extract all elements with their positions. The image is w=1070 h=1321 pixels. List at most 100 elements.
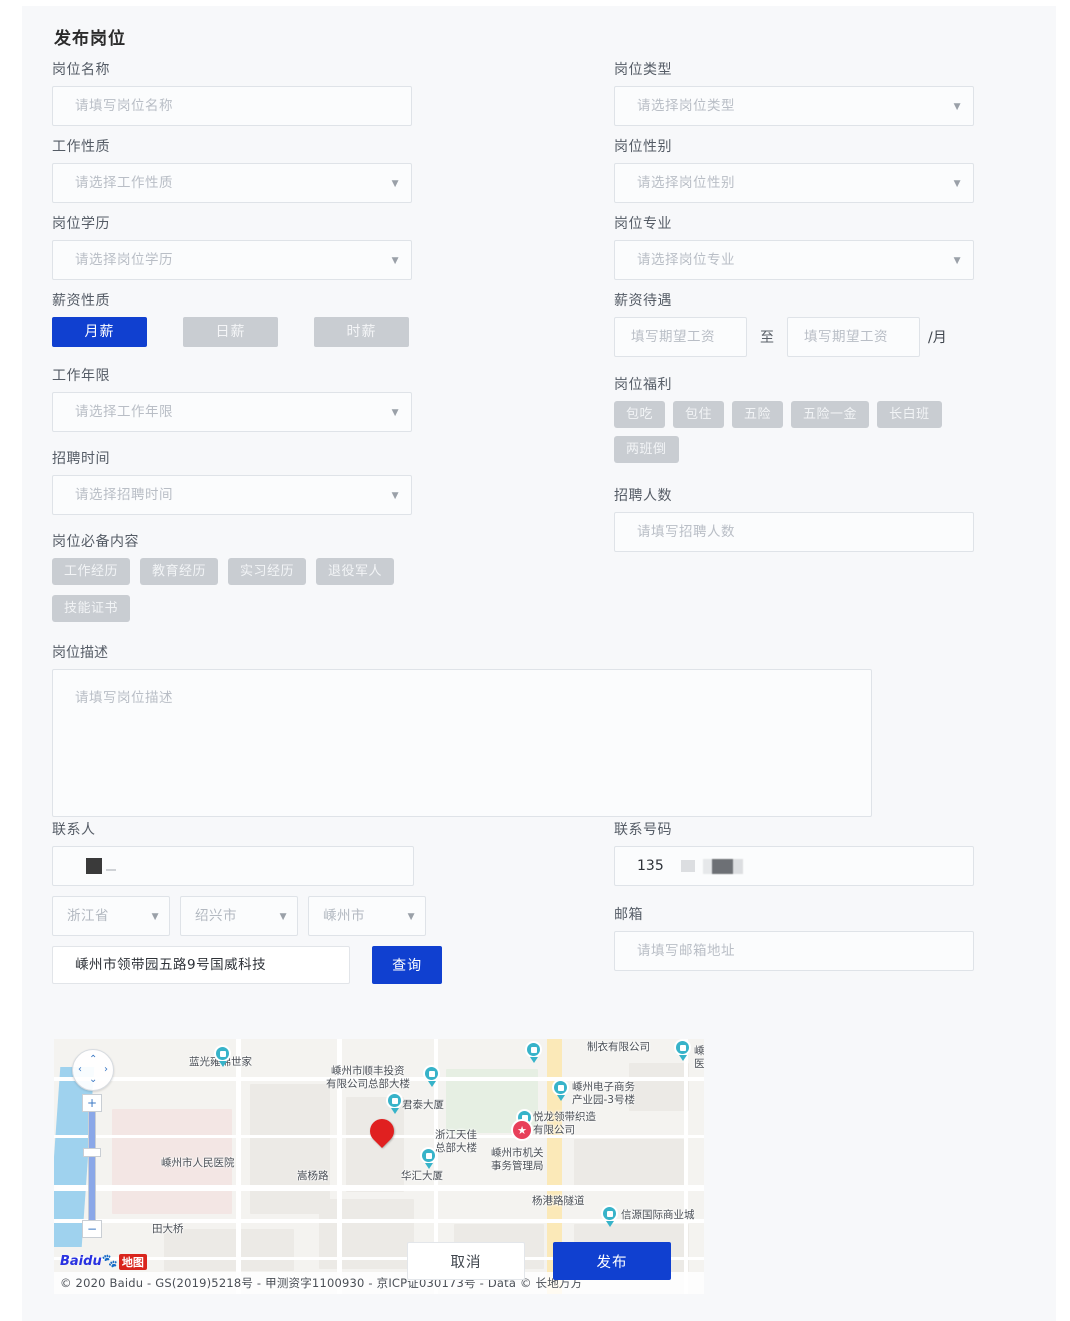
publish-button[interactable]: 发布 xyxy=(553,1242,671,1280)
map-poi-icon[interactable] xyxy=(525,1041,542,1063)
required-content-tag-work-exp[interactable]: 工作经历 xyxy=(52,558,131,585)
select-work-nature-value: 请选择工作性质 xyxy=(75,175,173,191)
select-job-type[interactable]: 请选择岗位类型 ▼ xyxy=(614,86,974,126)
select-job-gender[interactable]: 请选择岗位性别 ▼ xyxy=(614,163,974,203)
map-label: 浙江天佳 xyxy=(435,1129,477,1141)
pan-up-icon[interactable]: ⌃ xyxy=(89,1055,97,1065)
form-column-right: 岗位类型 请选择岗位类型 ▼ 岗位性别 请选择岗位性别 ▼ 岗位专业 请选择岗位… xyxy=(614,61,1004,564)
label-work-nature: 工作性质 xyxy=(52,139,110,155)
required-content-tag-veteran[interactable]: 退役军人 xyxy=(316,558,395,585)
map-poi-icon[interactable] xyxy=(674,1039,691,1061)
cancel-button[interactable]: 取消 xyxy=(407,1242,525,1280)
required-content-tag-internship-exp[interactable]: 实习经历 xyxy=(228,558,307,585)
map-zoom-out-button[interactable]: − xyxy=(82,1220,102,1238)
map-poi-icon[interactable] xyxy=(420,1147,437,1169)
map-block xyxy=(250,1084,330,1214)
textarea-job-description[interactable]: 请填写岗位描述 xyxy=(52,669,872,817)
field-work-nature: 工作性质 请选择工作性质 ▼ xyxy=(52,138,442,203)
map-location-marker[interactable] xyxy=(365,1114,399,1151)
select-work-nature[interactable]: 请选择工作性质 ▼ xyxy=(52,163,412,203)
field-job-education: 岗位学历 请选择岗位学历 ▼ xyxy=(52,215,442,280)
pan-right-icon[interactable]: › xyxy=(104,1065,108,1075)
input-salary-max[interactable]: 填写期望工资 xyxy=(787,317,920,357)
select-work-years-value: 请选择工作年限 xyxy=(75,404,173,420)
map-zoom-slider-track[interactable] xyxy=(88,1112,96,1220)
field-recruit-count: 招聘人数 请填写招聘人数 xyxy=(614,487,1004,552)
region-selectors: 浙江省 ▼ 绍兴市 ▼ 嵊州市 ▼ xyxy=(52,896,442,936)
benefit-tag-housing[interactable]: 包住 xyxy=(673,401,725,428)
select-job-major[interactable]: 请选择岗位专业 ▼ xyxy=(614,240,974,280)
pan-left-icon[interactable]: ‹ xyxy=(78,1065,82,1075)
select-province[interactable]: 浙江省 ▼ xyxy=(52,896,170,936)
label-recruit-time: 招聘时间 xyxy=(52,451,110,467)
select-district[interactable]: 嵊州市 ▼ xyxy=(308,896,426,936)
publish-job-card: 发布岗位 岗位名称 请填写岗位名称 工作性质 请选择工作性质 ▼ 岗位学历 请选… xyxy=(22,6,1056,1321)
chevron-down-icon: ▼ xyxy=(953,102,961,112)
benefit-tag-five-insurance[interactable]: 五险 xyxy=(732,401,784,428)
map-label: 产业园-3号楼 xyxy=(572,1094,635,1106)
search-address-button[interactable]: 查询 xyxy=(372,946,442,984)
redacted-name-tail xyxy=(106,869,116,871)
chevron-down-icon: ▼ xyxy=(953,179,961,189)
map-zoom-slider-thumb[interactable] xyxy=(83,1148,101,1157)
pan-down-icon[interactable]: ⌄ xyxy=(89,1075,97,1085)
benefit-tag-five-insurance-one-fund[interactable]: 五险一金 xyxy=(791,401,870,428)
map-starred-marker[interactable]: ★ xyxy=(511,1119,533,1147)
label-job-name: 岗位名称 xyxy=(52,62,110,78)
map-block xyxy=(629,1063,689,1111)
benefits-options: 包吃 包住 五险 五险一金 长白班 两班倒 xyxy=(614,401,1004,463)
salary-nature-option-daily[interactable]: 日薪 xyxy=(183,317,278,347)
benefit-tag-day-shift[interactable]: 长白班 xyxy=(877,401,942,428)
select-job-education[interactable]: 请选择岗位学历 ▼ xyxy=(52,240,412,280)
chevron-down-icon: ▼ xyxy=(391,408,399,418)
salary-range-row: 填写期望工资 至 填写期望工资 /月 xyxy=(614,317,1004,357)
field-job-name: 岗位名称 请填写岗位名称 xyxy=(52,61,442,126)
label-job-major: 岗位专业 xyxy=(614,216,672,232)
map-label: 嵊州市顺丰投资 xyxy=(331,1065,405,1077)
select-recruit-time[interactable]: 请选择招聘时间 ▼ xyxy=(52,475,412,515)
map-poi-icon[interactable] xyxy=(386,1092,403,1114)
map-poi-icon[interactable] xyxy=(214,1045,231,1067)
required-content-tag-skill-cert[interactable]: 技能证书 xyxy=(52,595,131,622)
map-label: 医院有限公 xyxy=(694,1058,704,1070)
select-city[interactable]: 绍兴市 ▼ xyxy=(180,896,298,936)
map-poi-icon[interactable] xyxy=(601,1205,618,1227)
label-benefits: 岗位福利 xyxy=(614,377,672,393)
benefit-tag-two-shifts[interactable]: 两班倒 xyxy=(614,436,679,463)
input-contact-phone[interactable]: 135 xyxy=(614,846,974,886)
label-recruit-count: 招聘人数 xyxy=(614,488,672,504)
map-zoom-in-button[interactable]: + xyxy=(82,1094,102,1112)
map-label: 有限公司总部大楼 xyxy=(326,1078,410,1090)
required-content-tag-education-exp[interactable]: 教育经历 xyxy=(140,558,219,585)
map-pan-compass[interactable]: ⌃ ⌄ ‹ › xyxy=(72,1049,114,1091)
select-job-type-value: 请选择岗位类型 xyxy=(637,98,735,114)
map-label: 华汇大厦 xyxy=(401,1170,443,1182)
input-email[interactable]: 请填写邮箱地址 xyxy=(614,931,974,971)
field-job-gender: 岗位性别 请选择岗位性别 ▼ xyxy=(614,138,1004,203)
page-title: 发布岗位 xyxy=(54,29,126,49)
map-poi-icon[interactable] xyxy=(552,1079,569,1101)
map-label: 制衣有限公司 xyxy=(587,1041,650,1053)
map-label: 嵊州市人民医院 xyxy=(161,1157,235,1169)
input-recruit-count[interactable]: 请填写招聘人数 xyxy=(614,512,974,552)
label-salary-range: 薪资待遇 xyxy=(614,293,672,309)
field-recruit-time: 招聘时间 请选择招聘时间 ▼ xyxy=(52,450,442,515)
input-job-name[interactable]: 请填写岗位名称 xyxy=(52,86,412,126)
chevron-down-icon: ▼ xyxy=(151,912,159,922)
salary-nature-option-monthly[interactable]: 月薪 xyxy=(52,317,147,347)
map-poi-icon[interactable] xyxy=(423,1065,440,1087)
input-contact-person[interactable] xyxy=(52,846,414,886)
chevron-down-icon: ▼ xyxy=(279,912,287,922)
input-address[interactable]: 嵊州市领带园五路9号国威科技 xyxy=(52,946,351,984)
select-work-years[interactable]: 请选择工作年限 ▼ xyxy=(52,392,412,432)
map-label: 杨港路隧道 xyxy=(532,1195,585,1207)
select-district-value: 嵊州市 xyxy=(323,908,365,924)
select-job-major-value: 请选择岗位专业 xyxy=(637,252,735,268)
map-label: 有限公司 xyxy=(533,1124,575,1136)
input-salary-min[interactable]: 填写期望工资 xyxy=(614,317,747,357)
benefit-tag-meals[interactable]: 包吃 xyxy=(614,401,666,428)
select-province-value: 浙江省 xyxy=(67,908,109,924)
form-footer: 取消 发布 xyxy=(22,1242,1056,1280)
map-zoom-controls: + − xyxy=(82,1094,102,1238)
salary-nature-option-hourly[interactable]: 时薪 xyxy=(314,317,409,347)
